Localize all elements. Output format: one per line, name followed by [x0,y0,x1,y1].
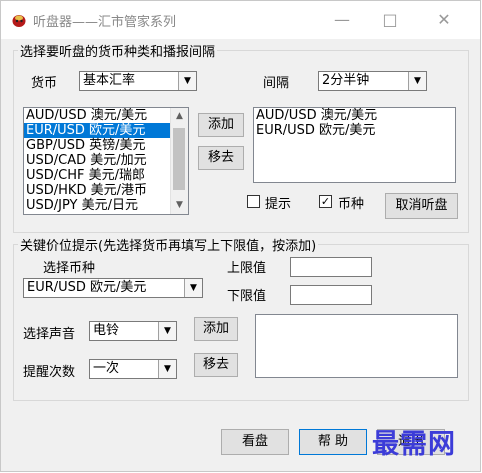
hint-checkbox[interactable] [247,195,260,208]
interval-select[interactable]: 2分半钟 ▼ [318,71,427,91]
available-currency-item[interactable]: GBP/USD 英镑/美元 [24,138,188,153]
key-price-alert-legend: 关键价位提示(先选择货币再填写上下限值，按添加) [20,239,317,254]
available-currency-item[interactable]: AUD/USD 澳元/美元 [24,108,188,123]
currency-checkbox[interactable]: ✓ [319,195,332,208]
watermark-logo: 最需网 [372,429,456,460]
currency-label: 货币 [31,76,58,91]
sound-label: 选择声音 [23,327,76,342]
scroll-thumb[interactable] [173,128,185,190]
currency-type-value: 基本汇率 [83,73,136,88]
currency-interval-legend: 选择要听盘的货币种类和播报间隔 [20,45,216,60]
scroll-up-icon[interactable]: ▲ [171,108,188,125]
window-title: 听盘器——汇市管家系列 [33,15,177,30]
view-market-button[interactable]: 看盘 [221,429,289,455]
selected-currency-item[interactable]: AUD/USD 澳元/美元 [254,108,455,123]
select-currency-label: 选择币种 [43,261,96,276]
cancel-listening-button[interactable]: 取消听盘 [385,193,458,219]
interval-value: 2分半钟 [322,73,370,88]
minimize-button[interactable]: — [319,5,365,35]
remove-alert-button[interactable]: 移去 [194,353,238,377]
reminder-count-label: 提醒次数 [23,365,76,380]
available-currency-item[interactable]: EUR/USD 欧元/美元 [24,123,188,138]
alert-currency-value: EUR/USD 欧元/美元 [27,280,147,295]
upper-limit-label: 上限值 [227,261,267,276]
add-currency-button[interactable]: 添加 [198,113,244,137]
checkmark-icon: ✓ [320,195,331,208]
selected-currency-item[interactable]: EUR/USD 欧元/美元 [254,123,455,138]
sound-value: 电铃 [93,323,120,338]
selected-currency-items: AUD/USD 澳元/美元 EUR/USD 欧元/美元 [254,108,455,138]
chevron-down-icon: ▼ [184,279,202,297]
remove-currency-button[interactable]: 移去 [198,146,244,170]
scroll-down-icon[interactable]: ▼ [171,197,188,214]
title-bar[interactable]: 听盘器——汇市管家系列 — □ ✕ [1,1,480,39]
hint-checkbox-label: 提示 [265,197,292,212]
chevron-down-icon: ▼ [408,72,426,90]
available-currency-items: AUD/USD 澳元/美元 EUR/USD 欧元/美元 GBP/USD 英镑/美元 U… [24,108,188,213]
lower-limit-label: 下限值 [227,289,267,304]
maximize-button[interactable]: □ [367,5,413,35]
currency-checkbox-label: 币种 [338,197,365,212]
add-alert-button[interactable]: 添加 [194,317,238,341]
alert-currency-select[interactable]: EUR/USD 欧元/美元 ▼ [23,278,203,298]
close-button[interactable]: ✕ [421,5,467,35]
interval-label: 间隔 [263,76,290,91]
help-button[interactable]: 帮 助 [299,429,367,455]
available-currency-list[interactable]: AUD/USD 澳元/美元 EUR/USD 欧元/美元 GBP/USD 英镑/美元 U… [23,107,189,215]
chevron-down-icon: ▼ [158,322,176,340]
sound-select[interactable]: 电铃 ▼ [89,321,177,341]
vertical-scrollbar[interactable]: ▲ ▼ [170,108,188,214]
available-currency-item[interactable]: USD/CHF 美元/瑞郎 [24,168,188,183]
available-currency-item[interactable]: USD/CAD 美元/加元 [24,153,188,168]
upper-limit-input[interactable] [290,257,372,277]
currency-type-select[interactable]: 基本汇率 ▼ [79,71,197,91]
alert-list[interactable] [255,314,458,378]
available-currency-item[interactable]: USD/HKD 美元/港币 [24,183,188,198]
available-currency-item[interactable]: USD/JPY 美元/日元 [24,198,188,213]
reminder-count-select[interactable]: 一次 ▼ [89,359,177,379]
selected-currency-list[interactable]: AUD/USD 澳元/美元 EUR/USD 欧元/美元 [253,107,456,183]
app-icon [12,15,26,27]
app-window: 听盘器——汇市管家系列 — □ ✕ 选择要听盘的货币种类和播报间隔 货币 基本汇… [0,0,481,472]
lower-limit-input[interactable] [290,285,372,305]
chevron-down-icon: ▼ [158,360,176,378]
chevron-down-icon: ▼ [178,72,196,90]
reminder-count-value: 一次 [93,361,120,376]
